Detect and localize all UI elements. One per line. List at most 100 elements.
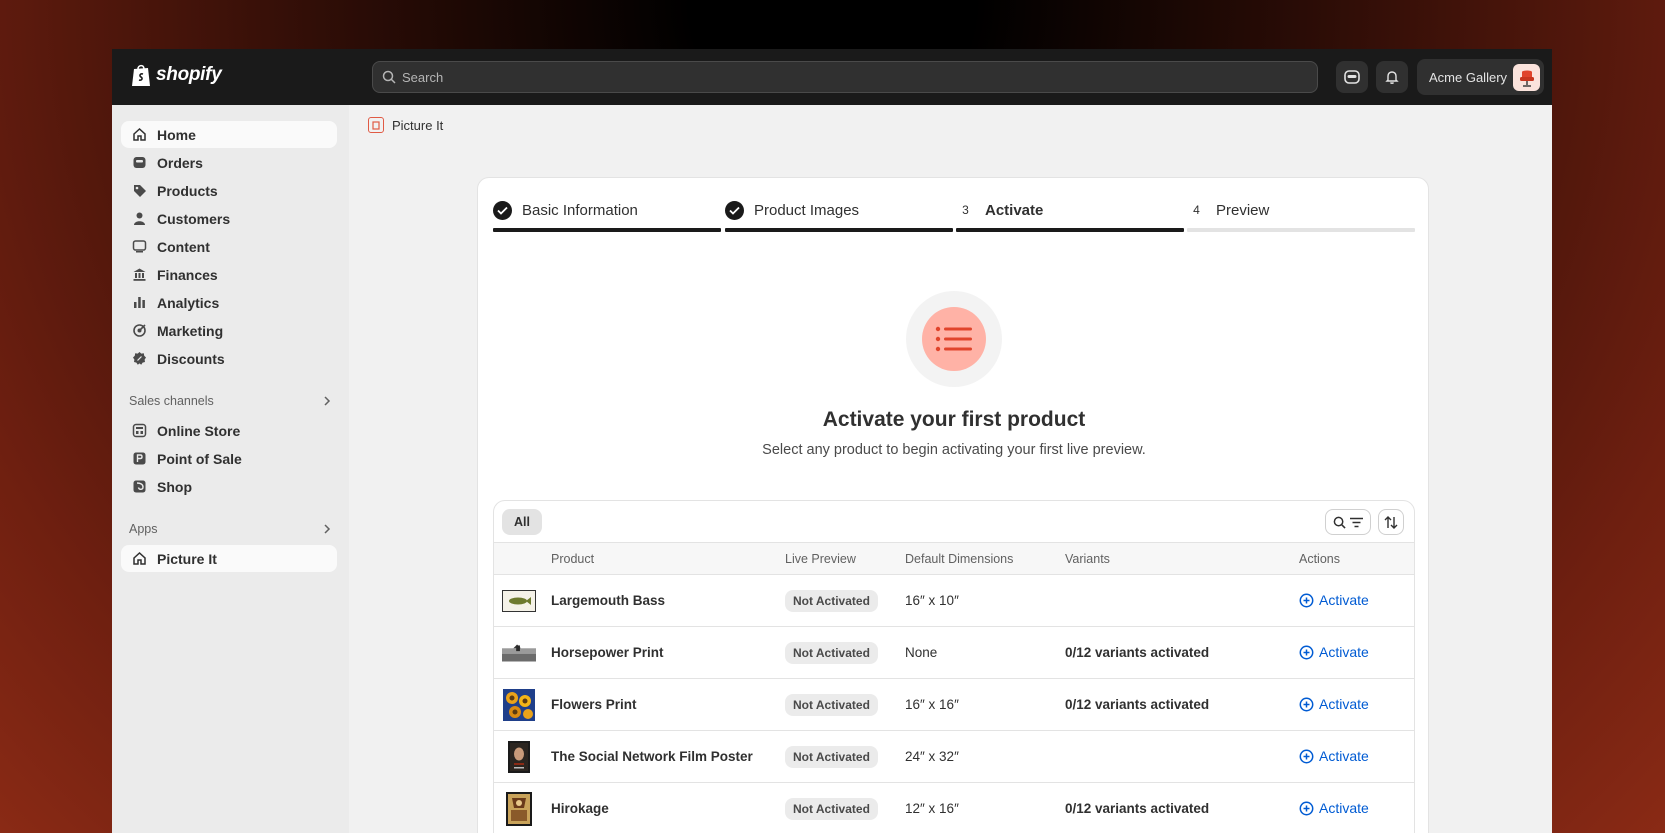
- store-icon: [131, 423, 147, 439]
- sidebar-item-discounts[interactable]: Discounts: [121, 345, 337, 372]
- shopify-bag-icon: [132, 64, 150, 86]
- column-header[interactable]: Variants: [1065, 552, 1110, 566]
- status-badge: Not Activated: [785, 694, 878, 716]
- sidebar-item-label: Orders: [157, 154, 203, 171]
- step-number: 4: [1193, 203, 1200, 217]
- sidebar-item-marketing[interactable]: Marketing: [121, 317, 337, 344]
- column-header[interactable]: Live Preview: [785, 552, 856, 566]
- product-thumbnail-flowers: [502, 689, 536, 721]
- step-label: Basic Information: [522, 201, 638, 219]
- breadcrumb[interactable]: Picture It: [368, 117, 443, 133]
- table-row[interactable]: Horsepower Print Not Activated None 0/12…: [494, 627, 1414, 679]
- bell-icon: [1385, 71, 1399, 84]
- step-number: 3: [962, 203, 969, 217]
- sidebar-item-label: Shop: [157, 478, 192, 495]
- shop-icon: [131, 479, 147, 495]
- step-label: Preview: [1216, 201, 1270, 219]
- product-name[interactable]: Flowers Print: [551, 697, 637, 712]
- product-name[interactable]: Hirokage: [551, 801, 609, 816]
- dimensions: 12″ x 16″: [905, 801, 959, 816]
- product-name[interactable]: The Social Network Film Poster: [551, 749, 753, 764]
- sidebar-item-products[interactable]: Products: [121, 177, 337, 204]
- dimensions: 16″ x 10″: [905, 593, 959, 608]
- status-badge: Not Activated: [785, 642, 878, 664]
- sidebar-item-online-store[interactable]: Online Store: [121, 417, 337, 444]
- sidebar-item-label: Analytics: [157, 294, 220, 311]
- variants: 0/12 variants activated: [1065, 645, 1210, 660]
- hero-subtitle: Select any product to begin activating y…: [762, 442, 1146, 458]
- product-name[interactable]: Horsepower Print: [551, 645, 664, 660]
- plus-circle-icon: [1299, 749, 1314, 763]
- sidebar-item-picture-it[interactable]: Picture It: [121, 545, 337, 572]
- activate-label: Activate: [1319, 696, 1369, 712]
- bank-icon: [131, 267, 147, 283]
- step-product-images[interactable]: Product Images: [725, 198, 953, 232]
- sidebar-item-home[interactable]: Home: [121, 121, 337, 148]
- variants: 0/12 variants activated: [1065, 801, 1210, 816]
- shopify-logo[interactable]: shopify: [130, 63, 222, 87]
- table-row[interactable]: Hirokage Not Activated 12″ x 16″ 0/12 va…: [494, 783, 1414, 833]
- sidebar-item-point-of-sale[interactable]: Point of Sale: [121, 445, 337, 472]
- column-header[interactable]: Default Dimensions: [905, 552, 1013, 566]
- main-content: Picture It Basic Information Product Ima…: [349, 105, 1552, 833]
- activate-label: Activate: [1319, 592, 1369, 608]
- step-preview[interactable]: 4 Preview: [1187, 198, 1415, 232]
- activate-button[interactable]: Activate: [1299, 800, 1369, 816]
- column-header[interactable]: Product: [551, 552, 594, 566]
- sort-button[interactable]: [1378, 509, 1404, 535]
- sidebar-item-analytics[interactable]: Analytics: [121, 289, 337, 316]
- activate-button[interactable]: Activate: [1299, 592, 1369, 608]
- activate-button[interactable]: Activate: [1299, 696, 1369, 712]
- sidebar-item-label: Content: [157, 238, 210, 255]
- app-window: shopify Search Acme Gallery Home Orders …: [112, 49, 1552, 833]
- sidebar-item-finances[interactable]: Finances: [121, 261, 337, 288]
- sidekick-button[interactable]: [1336, 61, 1368, 93]
- sales-channels-title: Sales channels: [129, 394, 214, 408]
- discount-icon: [131, 351, 147, 367]
- table-row[interactable]: Largemouth Bass Not Activated 16″ x 10″ …: [494, 575, 1414, 627]
- dimensions: 16″ x 16″: [905, 697, 959, 712]
- column-header[interactable]: Actions: [1299, 552, 1340, 566]
- table-row[interactable]: The Social Network Film Poster Not Activ…: [494, 731, 1414, 783]
- apps-header[interactable]: Apps: [129, 519, 337, 539]
- sidebar-item-orders[interactable]: Orders: [121, 149, 337, 176]
- step-basic-information[interactable]: Basic Information: [493, 198, 721, 232]
- onboarding-card: Basic Information Product Images 3 Activ…: [477, 177, 1429, 833]
- sidebar-item-shop[interactable]: Shop: [121, 473, 337, 500]
- product-thumbnail-film-poster: [502, 741, 536, 773]
- product-thumbnail-bass: [502, 585, 536, 617]
- plus-circle-icon: [1299, 593, 1314, 607]
- picture-it-app-icon: [368, 117, 384, 133]
- step-progress-bar: [1187, 228, 1415, 232]
- step-progress-bar: [725, 228, 953, 232]
- plus-circle-icon: [1299, 645, 1314, 659]
- sidebar-item-content[interactable]: Content: [121, 233, 337, 260]
- step-activate[interactable]: 3 Activate: [956, 198, 1184, 232]
- tab-all[interactable]: All: [502, 508, 542, 535]
- sidebar-item-customers[interactable]: Customers: [121, 205, 337, 232]
- home-icon: [131, 127, 147, 143]
- chevron-right-icon: [324, 396, 331, 406]
- store-name: Acme Gallery: [1429, 69, 1508, 85]
- search-filter-button[interactable]: [1325, 509, 1371, 535]
- products-table: All Product Live Preview Default Dimensi…: [493, 500, 1415, 833]
- product-thumbnail-horsepower: [502, 637, 536, 669]
- brand-wordmark: shopify: [156, 64, 222, 85]
- status-badge: Not Activated: [785, 590, 878, 612]
- plus-circle-icon: [1299, 801, 1314, 815]
- activate-button[interactable]: Activate: [1299, 644, 1369, 660]
- table-header: Product Live Preview Default Dimensions …: [494, 543, 1414, 575]
- pos-icon: [131, 451, 147, 467]
- store-menu-button[interactable]: Acme Gallery: [1417, 59, 1544, 95]
- product-name[interactable]: Largemouth Bass: [551, 593, 665, 608]
- sales-channels-header[interactable]: Sales channels: [129, 391, 337, 411]
- table-row[interactable]: Flowers Print Not Activated 16″ x 16″ 0/…: [494, 679, 1414, 731]
- step-label: Activate: [985, 201, 1044, 219]
- activate-button[interactable]: Activate: [1299, 748, 1369, 764]
- notifications-button[interactable]: [1376, 61, 1408, 93]
- search-input[interactable]: Search: [372, 61, 1318, 93]
- sidebar-item-label: Point of Sale: [157, 450, 242, 467]
- home-icon: [131, 551, 147, 567]
- apps-title: Apps: [129, 522, 158, 536]
- plus-circle-icon: [1299, 697, 1314, 711]
